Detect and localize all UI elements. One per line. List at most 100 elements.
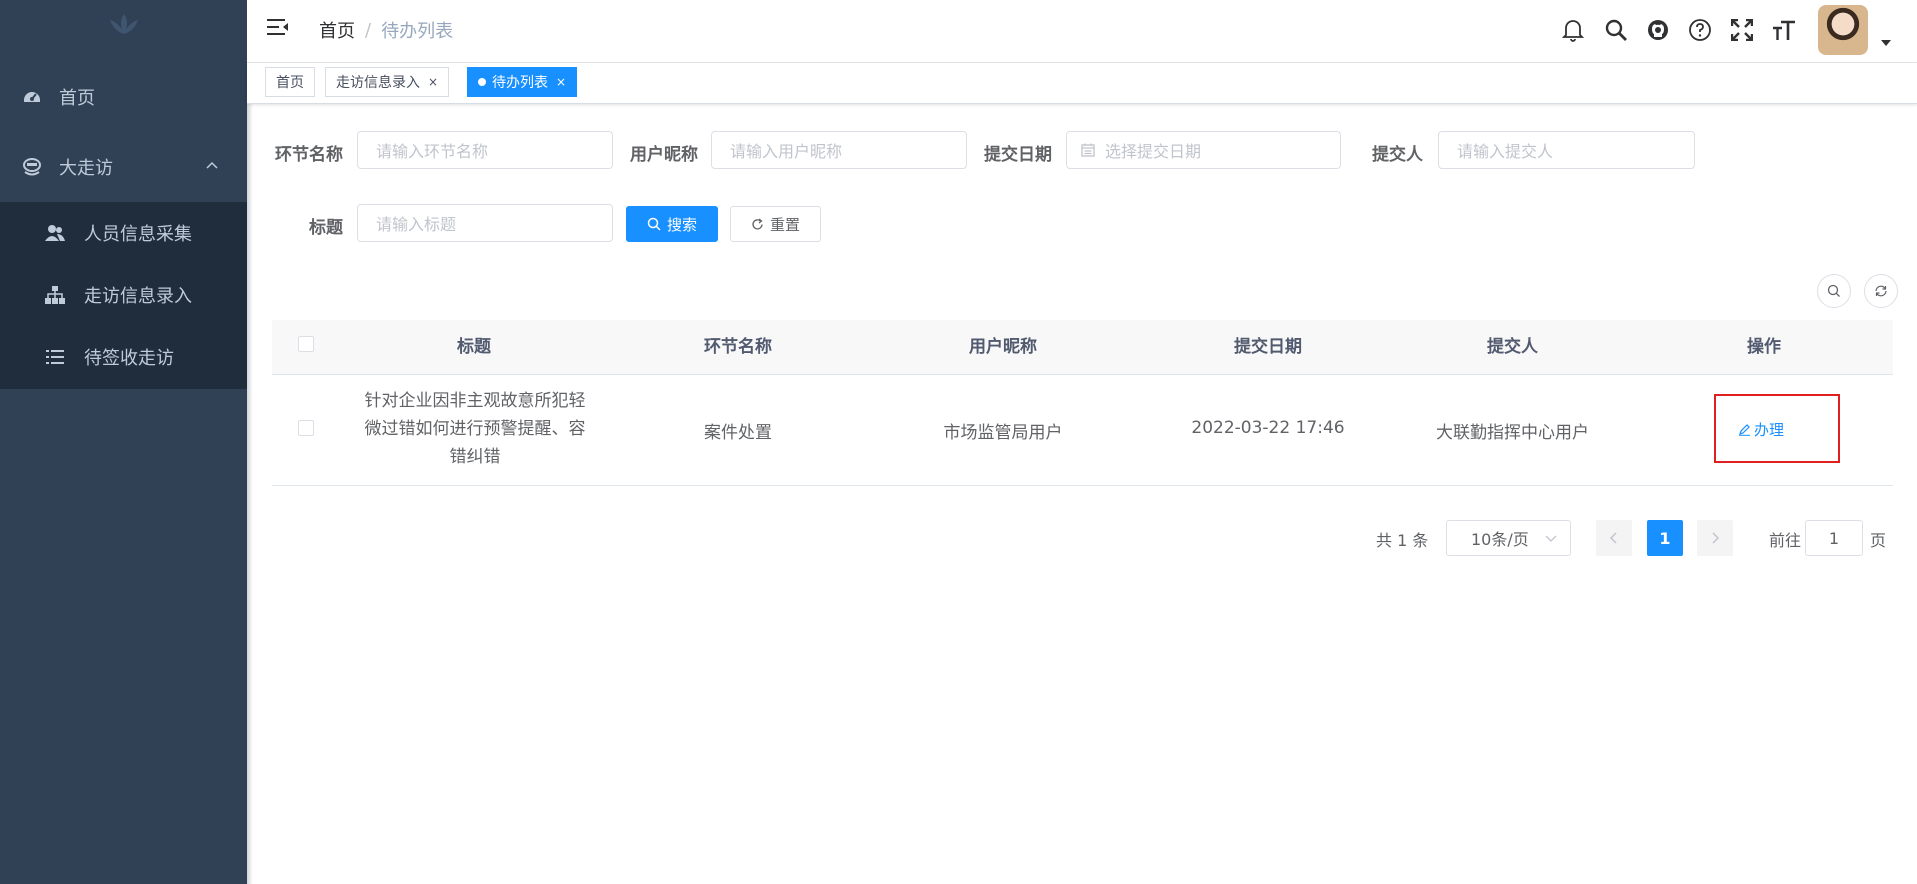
column-header-submitter: 提交人	[1487, 337, 1538, 357]
sidebar-shadow	[247, 0, 253, 884]
list-icon	[45, 347, 65, 367]
table-row: 针对企业因非主观故意所犯轻微过错如何进行预警提醒、容错纠错 案件处置 市场监管局…	[272, 375, 1893, 486]
dashboard-icon	[21, 86, 43, 108]
refresh-icon	[1875, 285, 1887, 297]
chevron-down-icon	[1545, 535, 1557, 542]
sidebar: 首页 大走访 人员信息采集 走访信息录入 待签收走访	[0, 0, 247, 884]
search-icon	[647, 217, 661, 231]
bell-icon[interactable]	[1560, 17, 1586, 43]
fullscreen-icon[interactable]	[1729, 17, 1755, 43]
column-header-nickname: 用户昵称	[969, 337, 1037, 357]
goto-prefix: 前往	[1769, 531, 1802, 550]
date-label: 提交日期	[984, 145, 1052, 165]
prev-page-button[interactable]	[1596, 520, 1632, 556]
chevron-up-icon	[206, 161, 218, 169]
row-checkbox[interactable]	[298, 420, 314, 436]
tag-close-icon[interactable]: ×	[428, 75, 438, 89]
tag-visit-entry[interactable]: 走访信息录入 ×	[325, 67, 450, 97]
next-page-button[interactable]	[1697, 520, 1733, 556]
toggle-search-button[interactable]	[1817, 274, 1851, 308]
page-size-value: 10条/页	[1471, 530, 1529, 549]
caret-down-icon[interactable]	[1881, 40, 1891, 46]
tag-home[interactable]: 首页	[265, 67, 315, 97]
title-placeholder: 请输入标题	[376, 215, 457, 234]
logo	[0, 0, 247, 60]
hamburger-button[interactable]	[267, 17, 289, 41]
sidebar-item-visit-entry[interactable]: 走访信息录入	[0, 264, 247, 326]
tag-close-icon[interactable]: ×	[556, 75, 566, 89]
column-header-date: 提交日期	[1234, 337, 1302, 357]
active-dot-icon	[478, 78, 486, 86]
edit-icon	[1739, 424, 1750, 436]
sidebar-item-label: 人员信息采集	[84, 224, 192, 245]
search-icon[interactable]	[1603, 17, 1629, 43]
breadcrumb-separator: /	[365, 19, 372, 41]
reset-button[interactable]: 重置	[730, 206, 821, 242]
sidebar-item-visit[interactable]: 大走访	[0, 132, 247, 202]
select-all-checkbox[interactable]	[298, 336, 314, 352]
handle-button-label: 办理	[1754, 421, 1785, 439]
help-icon[interactable]	[1687, 17, 1713, 43]
submenu-visit: 人员信息采集 走访信息录入 待签收走访	[0, 202, 247, 389]
column-header-action: 操作	[1747, 337, 1781, 357]
cell-title: 针对企业因非主观故意所犯轻微过错如何进行预警提醒、容错纠错	[364, 391, 586, 467]
tag-todo-list[interactable]: 待办列表 ×	[467, 67, 578, 97]
submitter-placeholder: 请输入提交人	[1457, 142, 1554, 161]
submitter-input[interactable]: 请输入提交人	[1438, 131, 1695, 169]
chevron-left-icon	[1609, 532, 1617, 544]
cell-date: 2022-03-22 17:46	[1191, 418, 1345, 438]
page-number-current[interactable]: 1	[1647, 520, 1683, 556]
sidebar-item-home[interactable]: 首页	[0, 62, 247, 132]
sidebar-item-people-collect[interactable]: 人员信息采集	[0, 202, 247, 264]
calendar-icon	[1081, 143, 1095, 157]
tag-label: 待办列表	[492, 75, 548, 91]
column-header-stage: 环节名称	[704, 337, 772, 357]
cell-nickname: 市场监管局用户	[943, 423, 1063, 443]
sidebar-item-label: 首页	[59, 88, 95, 109]
goto-page-value: 1	[1828, 528, 1840, 548]
title-label: 标题	[309, 218, 343, 238]
sidebar-item-label: 大走访	[59, 158, 113, 179]
sidebar-item-pending-sign[interactable]: 待签收走访	[0, 326, 247, 388]
tags-view: 首页 走访信息录入 × 待办列表 ×	[247, 63, 1917, 104]
handle-button[interactable]: 办理	[1738, 419, 1784, 440]
navbar: 首页 / 待办列表	[247, 0, 1917, 63]
search-button-label: 搜索	[666, 215, 697, 234]
lotus-logo-icon	[109, 14, 138, 34]
menu-fold-icon	[267, 19, 288, 35]
stage-placeholder: 请输入环节名称	[376, 142, 489, 161]
nickname-input[interactable]: 请输入用户昵称	[711, 131, 967, 169]
title-input[interactable]: 请输入标题	[357, 204, 613, 242]
refresh-button[interactable]	[1864, 274, 1898, 308]
search-button[interactable]: 搜索	[626, 206, 718, 242]
visit-icon	[21, 156, 43, 178]
goto-page-input[interactable]: 1	[1805, 520, 1863, 556]
breadcrumb-home[interactable]: 首页	[319, 17, 355, 43]
nickname-placeholder: 请输入用户昵称	[730, 142, 843, 161]
tag-label: 首页	[276, 75, 304, 91]
search-icon	[1827, 284, 1840, 297]
breadcrumb-current: 待办列表	[381, 21, 454, 42]
date-picker[interactable]: 选择提交日期	[1066, 131, 1341, 169]
avatar[interactable]	[1818, 5, 1868, 55]
sidebar-item-label: 走访信息录入	[84, 286, 192, 307]
date-placeholder: 选择提交日期	[1105, 142, 1202, 161]
tag-label: 走访信息录入	[336, 75, 420, 91]
pagination-total: 共 1 条	[1376, 531, 1429, 550]
chevron-right-icon	[1712, 532, 1720, 544]
breadcrumb: 首页 / 待办列表	[319, 17, 453, 43]
cell-submitter: 大联勤指挥中心用户	[1436, 423, 1589, 443]
page-size-select[interactable]: 10条/页	[1446, 520, 1571, 556]
reset-button-label: 重置	[769, 215, 800, 234]
font-size-icon[interactable]	[1771, 17, 1797, 43]
sidebar-item-label: 待签收走访	[84, 348, 174, 369]
stage-input[interactable]: 请输入环节名称	[357, 131, 613, 169]
goto-suffix: 页	[1870, 531, 1887, 550]
nickname-label: 用户昵称	[630, 145, 698, 165]
submitter-label: 提交人	[1372, 145, 1423, 165]
cell-stage: 案件处置	[704, 423, 772, 443]
peoples-icon	[45, 223, 65, 243]
tree-icon	[45, 285, 65, 305]
github-icon[interactable]	[1645, 17, 1671, 43]
refresh-icon	[752, 217, 763, 229]
